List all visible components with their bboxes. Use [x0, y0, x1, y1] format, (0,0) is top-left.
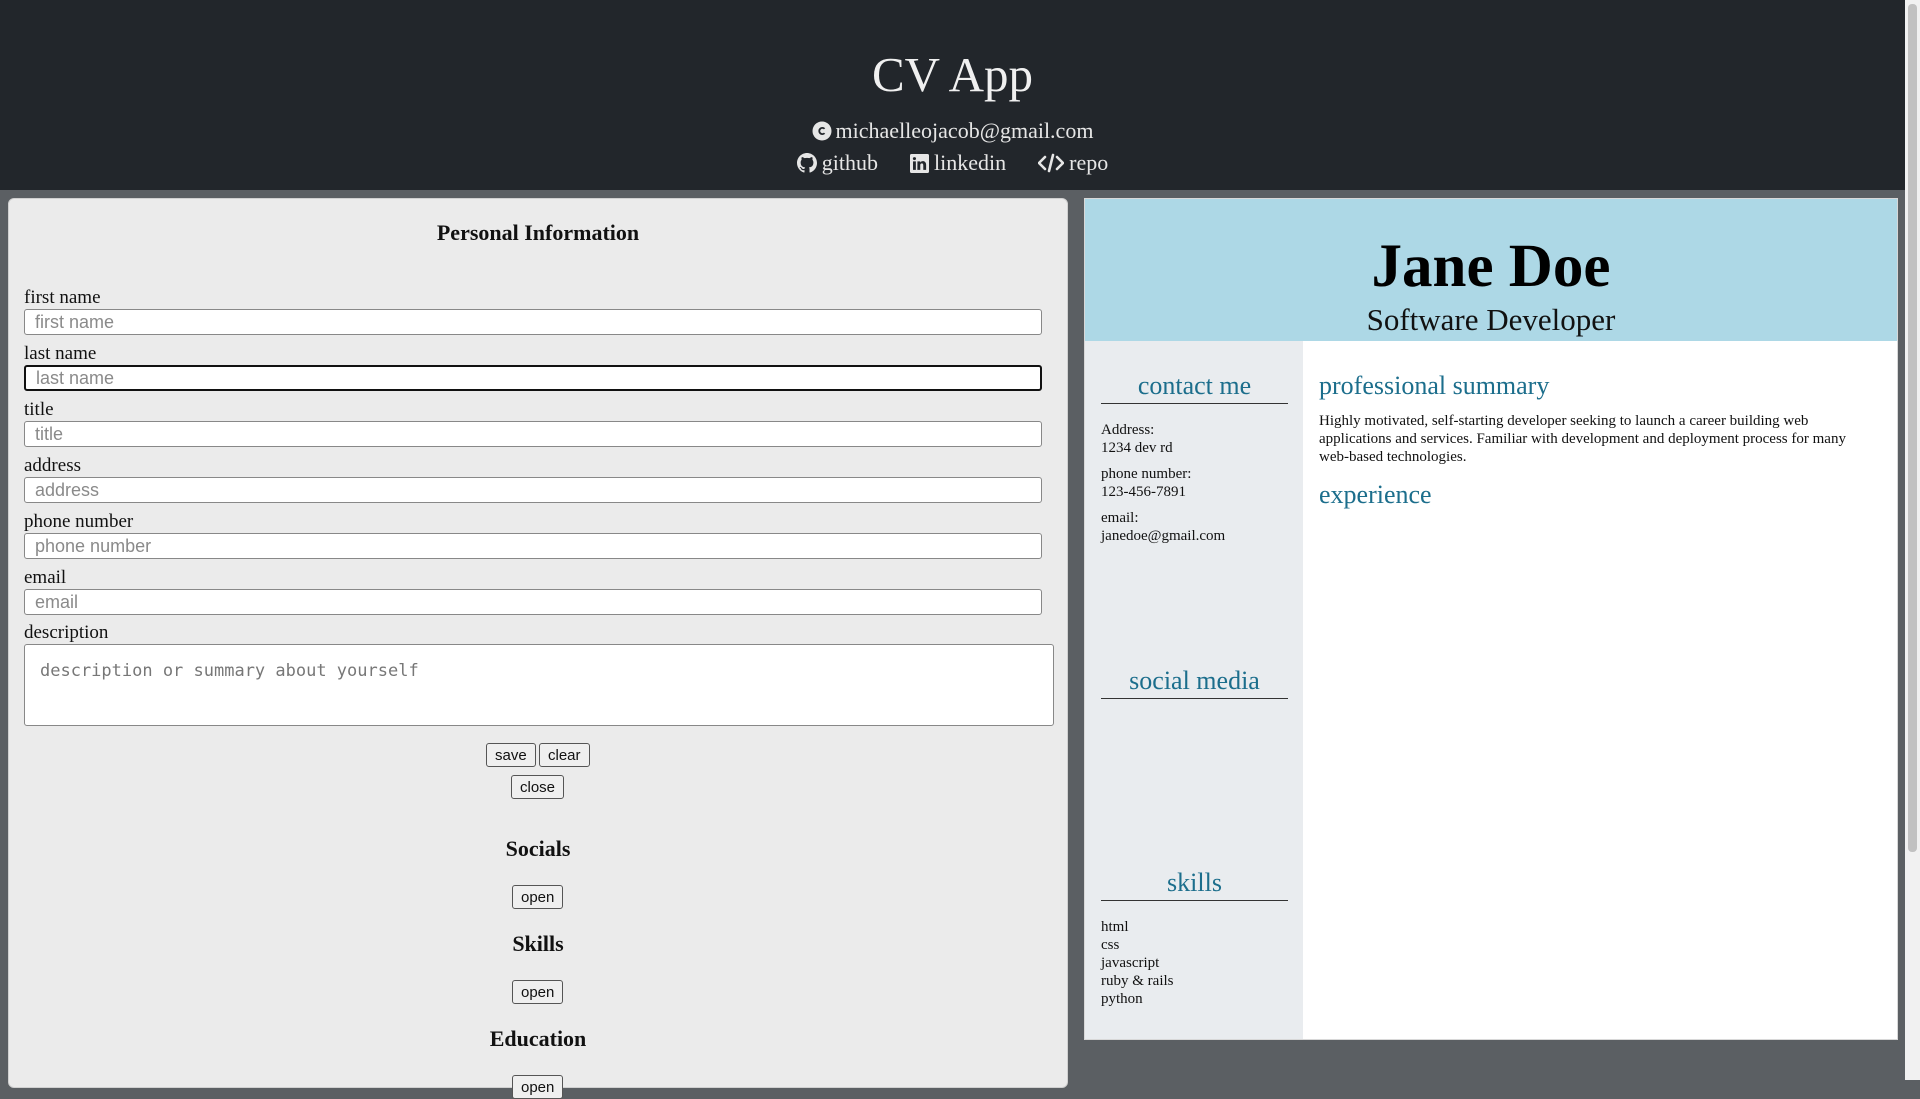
github-icon	[796, 153, 817, 173]
app-title: CV App	[871, 47, 1034, 102]
last-name-input[interactable]	[24, 365, 1042, 391]
linkedin-link[interactable]: linkedin	[910, 149, 1006, 177]
author-email-text: michaelleojacob@gmail.com	[835, 118, 1094, 143]
email-label: email	[24, 567, 67, 588]
code-icon	[1038, 153, 1065, 173]
skill-item: css	[1101, 937, 1120, 953]
description-textarea[interactable]	[24, 644, 1054, 726]
repo-link[interactable]: repo	[1038, 149, 1108, 177]
skill-item: python	[1101, 991, 1143, 1007]
address-input[interactable]	[24, 477, 1042, 503]
address-label: address	[24, 455, 81, 476]
socials-heading: Socials	[505, 836, 571, 861]
socials-open-button[interactable]: open	[512, 885, 564, 909]
email-caption: email:	[1101, 510, 1139, 526]
social-media-heading: social media	[1101, 666, 1288, 699]
linkedin-link-label: linkedin	[934, 150, 1007, 175]
scrollbar-thumb[interactable]	[1908, 4, 1917, 852]
email-input[interactable]	[24, 589, 1042, 615]
skills-section-heading: skills	[1101, 868, 1288, 901]
education-open-button[interactable]: open	[512, 1075, 564, 1099]
summary-text: Highly motivated, self-starting develope…	[1319, 413, 1846, 465]
clear-button[interactable]: clear	[539, 743, 590, 767]
skill-item: ruby & rails	[1101, 973, 1174, 989]
skill-item: html	[1101, 919, 1129, 935]
app-header: CV App michaelleojacob@gmail.com github …	[0, 0, 1905, 190]
experience-heading: experience	[1319, 480, 1432, 509]
title-input[interactable]	[24, 421, 1042, 447]
address-value: 1234 dev rd	[1101, 440, 1173, 456]
cv-name: Jane Doe	[1371, 233, 1611, 300]
title-label: title	[24, 399, 54, 420]
header-links: github linkedin repo	[0, 149, 1905, 177]
first-name-label: first name	[24, 287, 101, 308]
personal-info-form: Personal Information first name last nam…	[8, 198, 1068, 1099]
skill-item: javascript	[1101, 955, 1160, 971]
summary-heading: professional summary	[1319, 371, 1550, 400]
save-button[interactable]: save	[486, 743, 536, 767]
phone-value: 123-456-7891	[1101, 484, 1186, 500]
page-scrollbar[interactable]	[1905, 0, 1920, 1080]
skills-heading: Skills	[512, 931, 564, 956]
email-value: janedoe@gmail.com	[1101, 528, 1226, 544]
last-name-label: last name	[24, 343, 97, 364]
repo-link-label: repo	[1069, 150, 1109, 175]
github-link[interactable]: github	[796, 149, 879, 177]
github-link-label: github	[821, 150, 879, 175]
cv-preview: Jane Doe Software Developer contact me A…	[1084, 198, 1898, 1040]
education-heading: Education	[489, 1026, 587, 1051]
first-name-input[interactable]	[24, 309, 1042, 335]
description-label: description	[24, 622, 109, 643]
phone-number-input[interactable]	[24, 533, 1042, 559]
form-heading: Personal Information	[436, 220, 640, 245]
close-button[interactable]: close	[511, 775, 565, 799]
linkedin-icon	[910, 153, 930, 173]
cv-title: Software Developer	[1366, 302, 1616, 337]
phone-caption: phone number:	[1101, 466, 1192, 482]
address-caption: Address:	[1101, 422, 1155, 438]
cv-sidebar: contact me Address: 1234 dev rd phone nu…	[1085, 341, 1303, 1039]
author-email: michaelleojacob@gmail.com	[0, 117, 1905, 145]
phone-number-label: phone number	[24, 511, 134, 532]
skills-open-button[interactable]: open	[512, 980, 564, 1004]
cv-header: Jane Doe Software Developer	[1085, 199, 1897, 341]
copyright-icon	[812, 121, 832, 141]
contact-heading: contact me	[1101, 371, 1288, 404]
